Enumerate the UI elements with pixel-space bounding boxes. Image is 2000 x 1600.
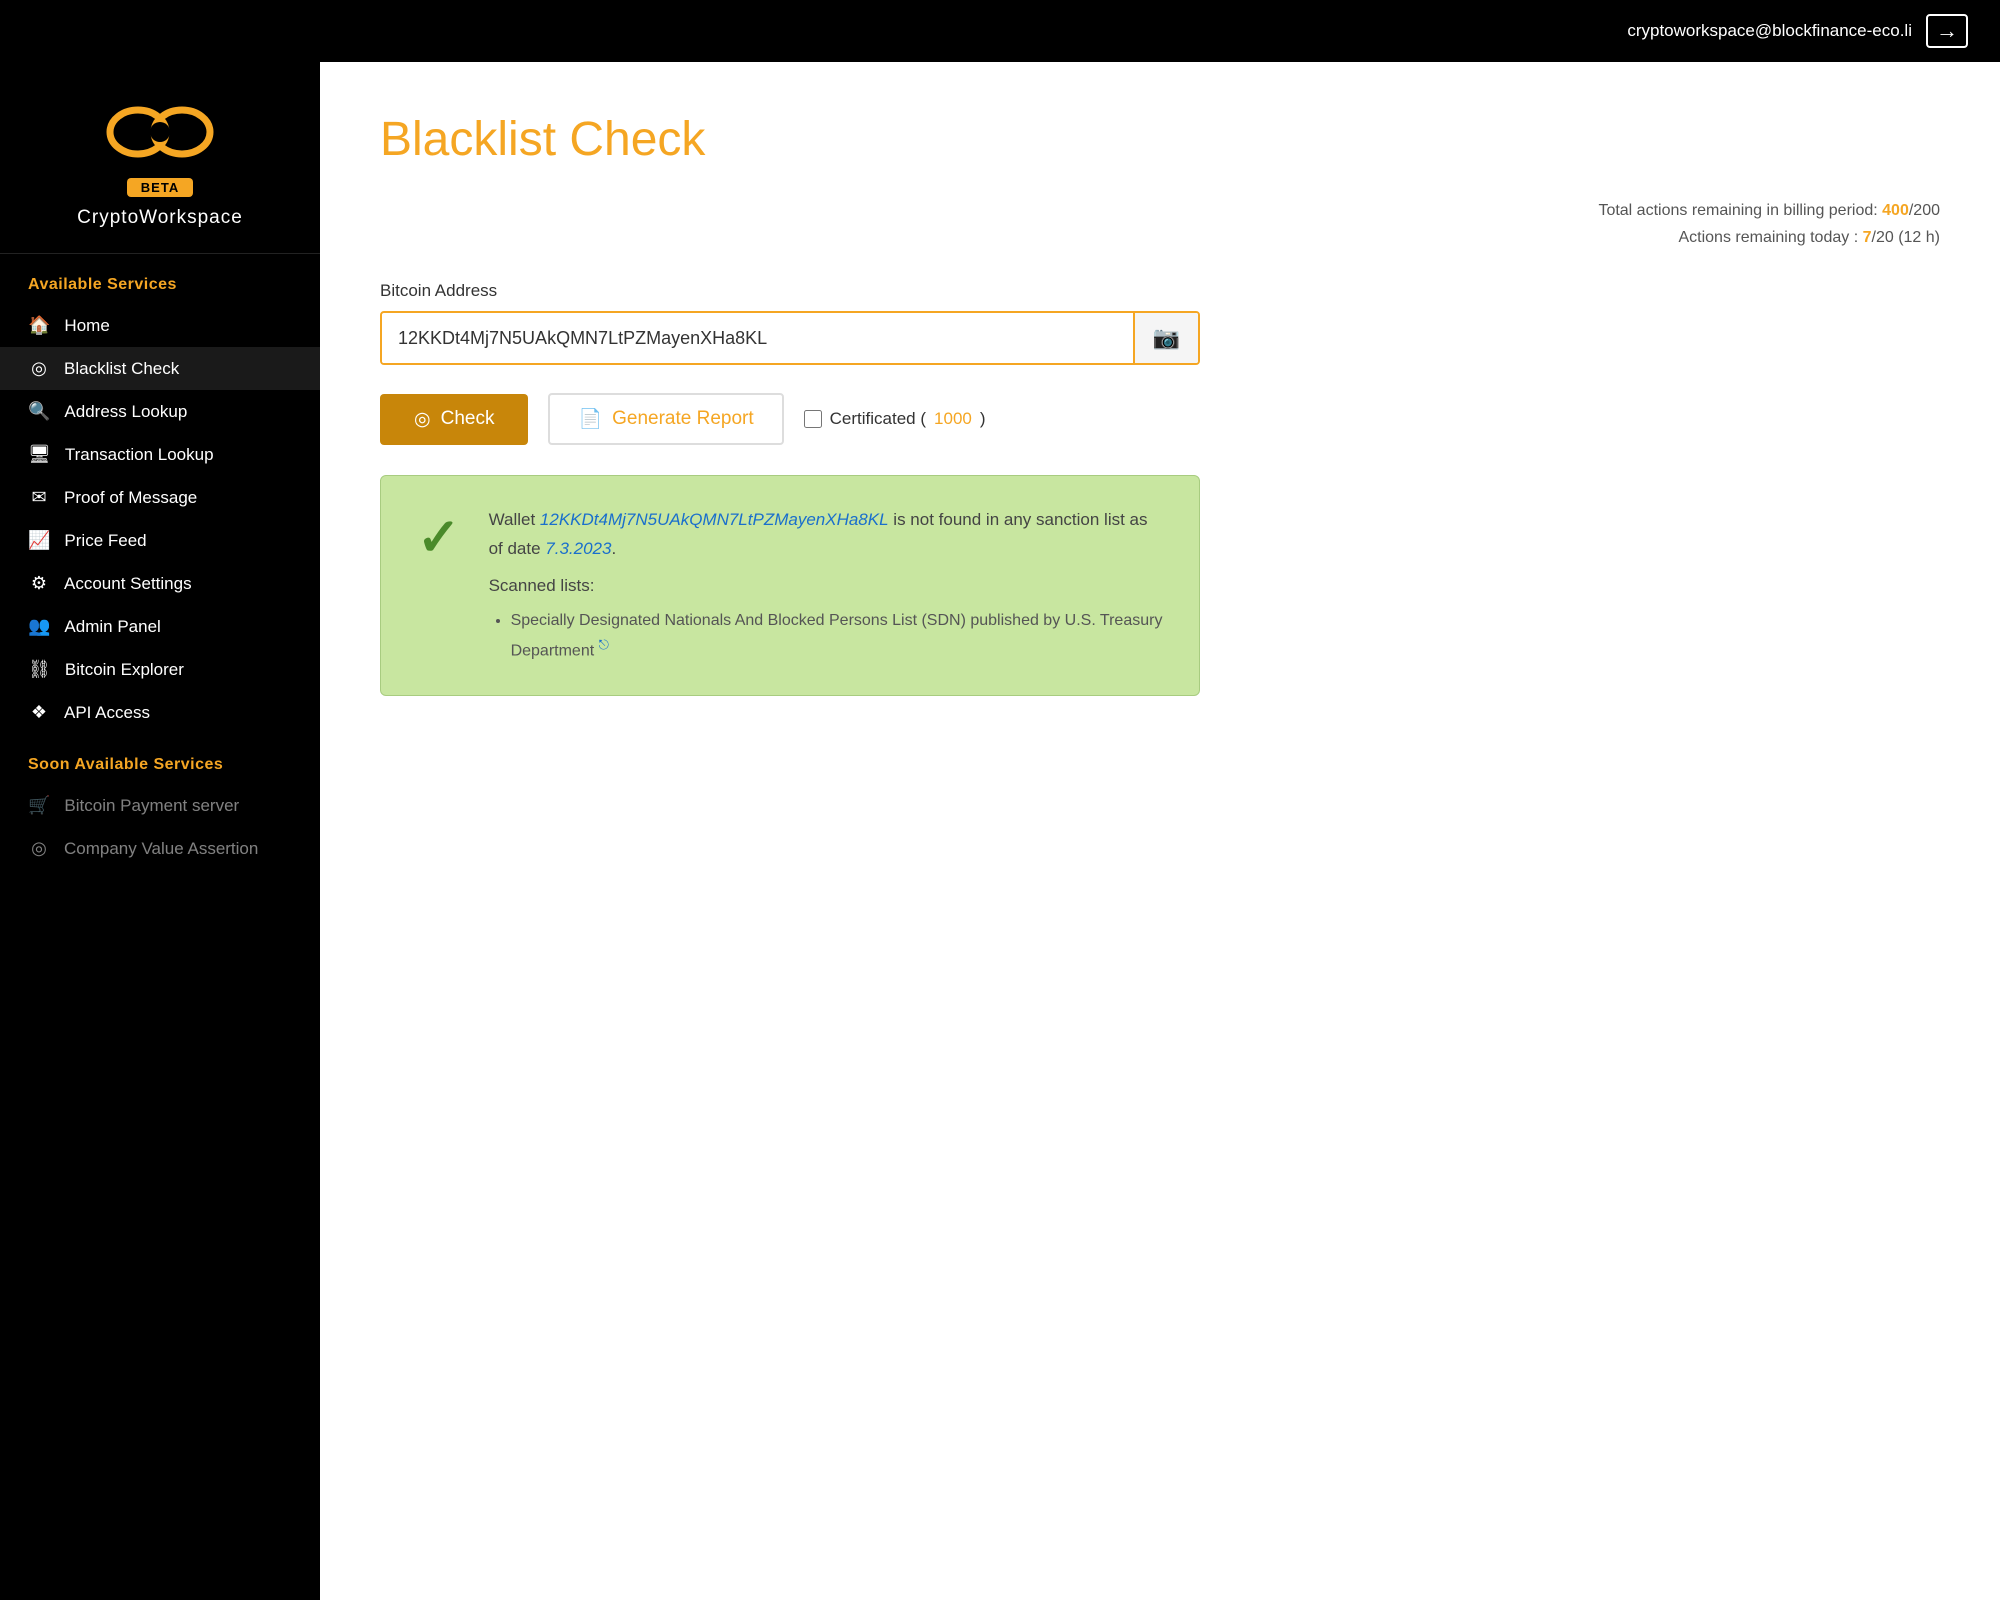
report-btn-icon: 📄 bbox=[578, 407, 602, 431]
sidebar-item-payment-label: Bitcoin Payment server bbox=[64, 796, 239, 816]
sidebar-item-home[interactable]: 🏠 Home bbox=[0, 304, 320, 347]
page-title: Blacklist Check bbox=[380, 112, 1940, 167]
company-icon: ◎ bbox=[28, 838, 50, 859]
camera-icon: 📷 bbox=[1153, 325, 1180, 351]
sidebar-item-explorer-label: Bitcoin Explorer bbox=[65, 660, 184, 680]
sidebar-item-transaction-lookup[interactable]: 🖥 Transaction Lookup bbox=[0, 433, 320, 476]
api-icon: ❖ bbox=[28, 702, 50, 723]
scanned-label: Scanned lists: bbox=[489, 572, 1163, 601]
address-row: 📷 bbox=[380, 311, 1200, 365]
sidebar-item-settings-label: Account Settings bbox=[64, 574, 192, 594]
success-checkmark-icon: ✓ bbox=[417, 512, 461, 564]
action-row: ◎ Check 📄 Generate Report Certificated (… bbox=[380, 393, 1940, 445]
sidebar-item-proof-of-message[interactable]: ✉ Proof of Message bbox=[0, 476, 320, 519]
sidebar-item-company-label: Company Value Assertion bbox=[64, 839, 258, 859]
settings-icon: ⚙ bbox=[28, 573, 50, 594]
sidebar: BETA CryptoWorkspace Available Services … bbox=[0, 62, 320, 1600]
billing-today-used: 7 bbox=[1863, 229, 1872, 246]
user-email: cryptoworkspace@blockfinance-eco.li bbox=[1627, 21, 1912, 41]
sidebar-item-transaction-label: Transaction Lookup bbox=[65, 445, 214, 465]
logout-button[interactable]: → bbox=[1926, 14, 1968, 48]
price-feed-icon: 📈 bbox=[28, 530, 50, 551]
sidebar-item-api-label: API Access bbox=[64, 703, 150, 723]
brand-logo bbox=[100, 92, 220, 172]
result-wallet-label: Wallet bbox=[489, 510, 540, 529]
available-services-label: Available Services bbox=[0, 254, 320, 304]
result-date: 7.3.2023 bbox=[545, 539, 611, 558]
brand-name: CryptoWorkspace bbox=[77, 207, 243, 229]
address-lookup-icon: 🔍 bbox=[28, 401, 50, 422]
bitcoin-address-input[interactable] bbox=[382, 314, 1133, 363]
wallet-address-link[interactable]: 12KKDt4Mj7N5UAkQMN7LtPZMayenXHa8KL bbox=[540, 510, 889, 529]
billing-info: Total actions remaining in billing perio… bbox=[380, 197, 1940, 251]
billing-today-total: /20 bbox=[1872, 229, 1894, 246]
billing-actions-used: 400 bbox=[1882, 202, 1909, 219]
sidebar-item-api-access[interactable]: ❖ API Access bbox=[0, 691, 320, 734]
external-link-icon[interactable]: ⎋ bbox=[599, 637, 609, 652]
sidebar-item-home-label: Home bbox=[64, 316, 109, 336]
sidebar-item-admin-label: Admin Panel bbox=[64, 617, 160, 637]
sidebar-item-bitcoin-explorer[interactable]: ⛓ Bitcoin Explorer bbox=[0, 648, 320, 691]
result-box: ✓ Wallet 12KKDt4Mj7N5UAkQMN7LtPZMayenXHa… bbox=[380, 475, 1200, 695]
blacklist-check-icon: ◎ bbox=[28, 358, 50, 379]
logo-area: BETA CryptoWorkspace bbox=[0, 62, 320, 254]
payment-icon: 🛒 bbox=[28, 795, 50, 816]
sidebar-item-bitcoin-payment: 🛒 Bitcoin Payment server bbox=[0, 784, 320, 827]
sidebar-item-blacklist-label: Blacklist Check bbox=[64, 359, 179, 379]
sidebar-item-blacklist-check[interactable]: ◎ Blacklist Check bbox=[0, 347, 320, 390]
sidebar-item-account-settings[interactable]: ⚙ Account Settings bbox=[0, 562, 320, 605]
sidebar-item-proof-label: Proof of Message bbox=[64, 488, 197, 508]
soon-services-label: Soon Available Services bbox=[0, 734, 320, 784]
transaction-lookup-icon: 🖥 bbox=[28, 444, 51, 465]
report-btn-label: Generate Report bbox=[612, 408, 754, 430]
result-text: Wallet 12KKDt4Mj7N5UAkQMN7LtPZMayenXHa8K… bbox=[489, 506, 1163, 664]
address-field-label: Bitcoin Address bbox=[380, 281, 1940, 301]
sidebar-item-price-feed[interactable]: 📈 Price Feed bbox=[0, 519, 320, 562]
explorer-icon: ⛓ bbox=[28, 659, 51, 680]
certificated-label[interactable]: Certificated (1000) bbox=[804, 409, 986, 429]
certificated-checkbox[interactable] bbox=[804, 410, 822, 428]
sidebar-item-address-lookup[interactable]: 🔍 Address Lookup bbox=[0, 390, 320, 433]
camera-button[interactable]: 📷 bbox=[1133, 313, 1198, 363]
beta-badge: BETA bbox=[127, 178, 193, 197]
admin-icon: 👥 bbox=[28, 616, 50, 637]
sidebar-item-address-label: Address Lookup bbox=[64, 402, 187, 422]
home-icon: 🏠 bbox=[28, 315, 50, 336]
topbar: cryptoworkspace@blockfinance-eco.li → bbox=[0, 0, 2000, 62]
billing-today-extra: (12 h) bbox=[1898, 229, 1940, 246]
sidebar-item-price-label: Price Feed bbox=[64, 531, 146, 551]
generate-report-button[interactable]: 📄 Generate Report bbox=[548, 393, 783, 445]
check-btn-label: Check bbox=[441, 408, 495, 430]
check-button[interactable]: ◎ Check bbox=[380, 394, 528, 445]
sidebar-item-company-value: ◎ Company Value Assertion bbox=[0, 827, 320, 870]
cert-count: 1000 bbox=[934, 409, 972, 429]
scanned-list-item: Specially Designated Nationals And Block… bbox=[511, 607, 1163, 665]
proof-icon: ✉ bbox=[28, 487, 50, 508]
billing-label-today: Actions remaining today : bbox=[1678, 229, 1858, 246]
check-btn-icon: ◎ bbox=[414, 408, 431, 431]
main-content: Blacklist Check Total actions remaining … bbox=[320, 62, 2000, 1600]
billing-label-actions: Total actions remaining in billing perio… bbox=[1598, 202, 1877, 219]
sidebar-item-admin-panel[interactable]: 👥 Admin Panel bbox=[0, 605, 320, 648]
layout: BETA CryptoWorkspace Available Services … bbox=[0, 62, 2000, 1600]
billing-actions-total: /200 bbox=[1909, 202, 1940, 219]
